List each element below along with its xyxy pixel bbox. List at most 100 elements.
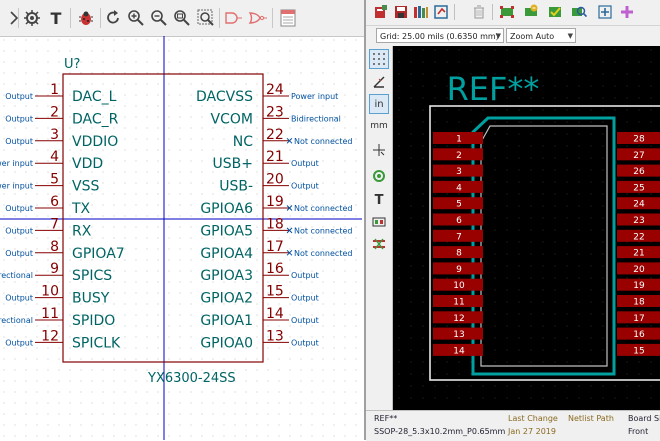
redo-icon[interactable]	[104, 8, 124, 28]
chevron-down-icon: ▼	[567, 32, 573, 40]
pad-number: 22	[633, 232, 644, 242]
fab-outline	[471, 116, 616, 376]
zoom-out-icon[interactable]	[149, 8, 169, 28]
chevron-down-icon: ▼	[495, 32, 501, 40]
pin-electrical-type: Output	[291, 182, 319, 191]
pin-electrical-type: Not connected	[294, 249, 352, 258]
text-mode-icon[interactable]: T	[369, 190, 389, 210]
status-netlist-label: Netlist Path	[568, 414, 614, 423]
inch-unit-icon[interactable]: in	[369, 94, 389, 114]
footprint-reference-text: REF**	[447, 70, 540, 108]
pin-name: GPIOA7	[72, 246, 125, 262]
pad-number: 7	[456, 232, 462, 242]
pad-number: 10	[453, 281, 465, 291]
mm-unit-icon[interactable]: mm	[369, 116, 389, 136]
insert-icon[interactable]	[432, 3, 450, 21]
pin-electrical-type: Output	[5, 137, 33, 146]
zoom-fit-icon[interactable]	[172, 8, 192, 28]
zoom-select[interactable]: Zoom Auto ▼	[506, 28, 576, 43]
pad-number: 8	[456, 249, 462, 259]
pin-name: GPIOA4	[200, 246, 253, 262]
inch-unit-label: in	[374, 98, 384, 110]
pad-number: 14	[453, 346, 465, 356]
pin-electrical-type: Output	[5, 204, 33, 213]
pad-number: 20	[633, 265, 645, 275]
pad-number: 11	[453, 298, 464, 308]
pad-number: 27	[633, 151, 644, 161]
grid-icon[interactable]	[369, 49, 389, 69]
pin-number: 14	[266, 306, 284, 322]
symbol-editor-panel: T U? YX6300-24SS 1 DAC_L Output 2 DAC_R Output 3…	[0, 0, 364, 440]
library-icon[interactable]	[412, 3, 430, 21]
zoom-in-icon[interactable]	[126, 8, 146, 28]
status-board-side-value: Front	[628, 427, 649, 436]
pin-electrical-type: Not connected	[294, 137, 352, 146]
symbol-editor-toolbar: T	[0, 0, 364, 37]
unit-selector-icon[interactable]	[4, 8, 24, 28]
pin-name: NC	[233, 134, 253, 150]
pin-electrical-type: Not connected	[294, 226, 352, 235]
pin-number: 3	[50, 127, 59, 143]
pin-name: GPIOA1	[200, 313, 253, 329]
pin-electrical-type: Output	[291, 159, 319, 168]
pad-number: 9	[456, 265, 462, 275]
pin-electrical-type: Output	[5, 114, 33, 123]
pin-number: 24	[266, 82, 284, 98]
pad-number: 3	[456, 167, 462, 177]
pin-name: SPICLK	[72, 335, 121, 351]
pin-electrical-type: Output	[291, 271, 319, 280]
settings-icon[interactable]	[522, 3, 540, 21]
pin-electrical-type: Output	[291, 294, 319, 303]
status-reference: REF**	[374, 414, 398, 423]
polar-icon[interactable]	[369, 72, 389, 92]
pin-electrical-type: Power input	[291, 92, 338, 101]
delete-icon[interactable]	[470, 3, 488, 21]
pin-electrical-type: Power input	[0, 182, 33, 191]
pin-table-icon[interactable]	[278, 8, 298, 28]
pin-name: GPIOA0	[200, 335, 253, 351]
footprint-canvas[interactable]: REF** 1 2 3 4 5 6 7 8 9 10 11 12 13 14 28 27 26 25 24 23 22 21…	[393, 46, 660, 410]
footprint-editor-panel: Grid: 25.00 mils (0.6350 mm) ▼ Zoom Auto ▼…	[364, 0, 660, 441]
pin-name: DACVSS	[196, 89, 253, 105]
pad-number: 28	[633, 135, 645, 145]
grid-select-value: Grid: 25.00 mils (0.6350 mm)	[380, 32, 499, 41]
ratsnest-icon[interactable]	[369, 166, 389, 186]
save-icon[interactable]	[392, 3, 410, 21]
pad-number: 17	[633, 314, 644, 324]
pin-name: RX	[72, 223, 92, 239]
grid-select[interactable]: Grid: 25.00 mils (0.6350 mm) ▼	[376, 28, 504, 43]
pin-name: DAC_R	[72, 111, 119, 127]
de-morgan-normal-icon[interactable]	[224, 8, 244, 28]
layer-icon[interactable]	[369, 234, 389, 254]
text-tool-icon[interactable]: T	[46, 8, 66, 28]
pin-number: 12	[41, 328, 59, 344]
plus-icon[interactable]	[618, 3, 636, 21]
pad-number: 25	[633, 183, 644, 193]
silkscreen-outline	[480, 125, 608, 367]
grid-settings-icon[interactable]	[22, 8, 42, 28]
new-footprint-icon[interactable]	[372, 3, 390, 21]
pin-number: 6	[50, 194, 59, 210]
pad-number: 26	[633, 167, 645, 177]
pad-icon[interactable]	[498, 3, 516, 21]
pin-electrical-type: Bidirectional	[291, 114, 341, 123]
pad-number: 2	[456, 151, 462, 161]
mm-unit-label: mm	[370, 121, 388, 131]
pin-number: 5	[50, 172, 59, 188]
pin-number: 15	[266, 284, 284, 300]
pad-mode-icon[interactable]	[369, 212, 389, 232]
de-morgan-convert-icon[interactable]	[248, 8, 268, 28]
pin-electrical-type: Output	[5, 92, 33, 101]
cursor-icon[interactable]	[369, 140, 389, 160]
footprint-editor-toolbar	[366, 0, 660, 24]
pin-number: 4	[50, 149, 59, 165]
zoom-selection-icon[interactable]	[196, 8, 216, 28]
pin-number: 8	[50, 239, 59, 255]
zoom-icon[interactable]	[570, 3, 588, 21]
symbol-value: YX6300-24SS	[147, 371, 236, 386]
bug-icon[interactable]	[76, 8, 96, 28]
add-icon[interactable]	[596, 3, 614, 21]
check-icon[interactable]	[546, 3, 564, 21]
schematic-canvas[interactable]: U? YX6300-24SS 1 DAC_L Output 2 DAC_R Output 3 VD…	[0, 36, 362, 440]
pin-electrical-type: Power input	[0, 159, 33, 168]
